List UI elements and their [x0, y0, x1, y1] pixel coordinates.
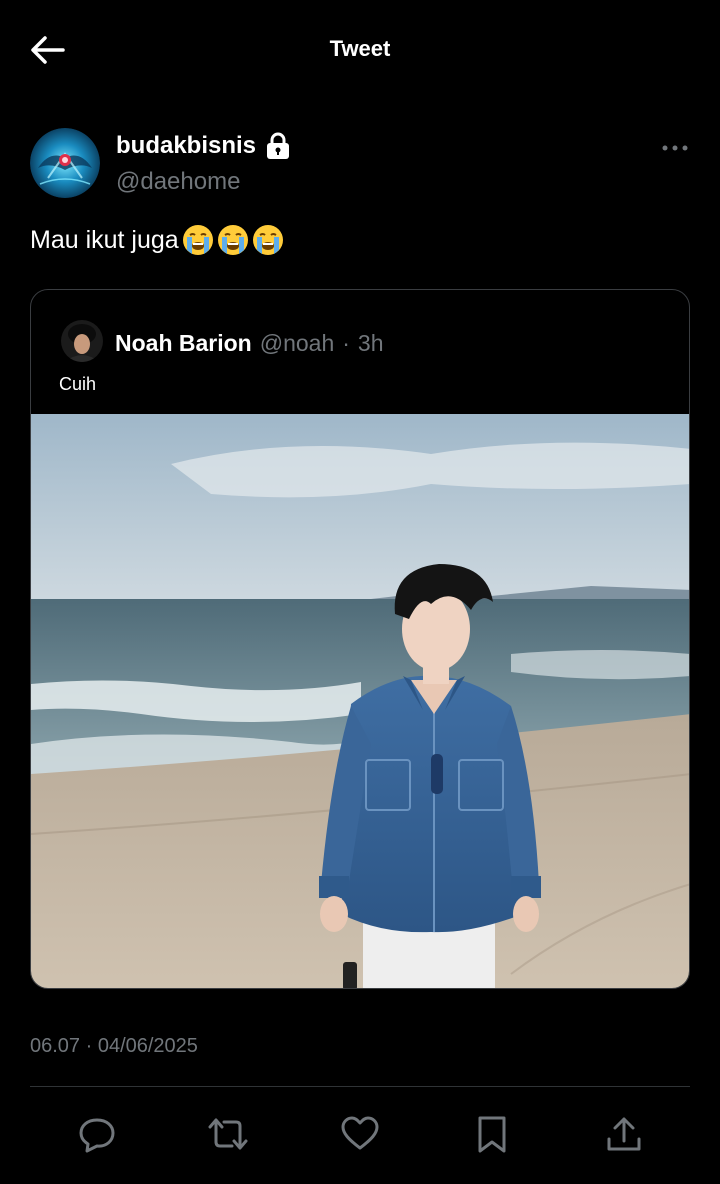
share-button[interactable] [600, 1110, 648, 1158]
loudly-crying-face-icon [252, 224, 284, 256]
tweet-text: Mau ikut juga [30, 224, 284, 256]
more-options-button[interactable] [660, 136, 690, 160]
action-bar [0, 1110, 720, 1158]
like-button[interactable] [336, 1110, 384, 1158]
quoted-header: Noah Barion @noah · 3h [115, 330, 384, 357]
lock-icon [267, 132, 290, 159]
tweet-author: budakbisnis @daehome [30, 128, 690, 200]
top-bar: Tweet [0, 0, 720, 100]
retweet-button[interactable] [204, 1110, 252, 1158]
tweet-timestamp: 06.07 · 04/06/2025 [30, 1035, 198, 1057]
loudly-crying-face-icon [182, 224, 214, 256]
author-display-name[interactable]: budakbisnis [116, 132, 290, 160]
bookmark-icon [478, 1116, 506, 1153]
quoted-separator: · [342, 330, 350, 356]
quoted-display-name[interactable]: Noah Barion [115, 330, 252, 357]
retweet-icon [208, 1118, 248, 1150]
page-title: Tweet [329, 36, 391, 61]
divider [30, 1086, 690, 1087]
quoted-handle[interactable]: @noah [260, 330, 335, 357]
reply-icon [79, 1118, 115, 1153]
quoted-avatar[interactable] [61, 320, 103, 362]
author-name-text: budakbisnis [116, 132, 257, 159]
bookmark-button[interactable] [468, 1110, 516, 1158]
tweet-text-content: Mau ikut juga [30, 225, 179, 254]
quoted-time: 3h [357, 330, 384, 356]
share-icon [607, 1117, 641, 1151]
heart-icon [341, 1116, 379, 1150]
quoted-media-image[interactable] [31, 414, 689, 988]
quoted-tweet-card[interactable]: Noah Barion @noah · 3h Cuih [30, 289, 690, 989]
loudly-crying-face-icon [217, 224, 249, 256]
author-handle[interactable]: @daehome [116, 168, 240, 196]
more-dots-icon [662, 145, 688, 151]
avatar[interactable] [30, 128, 100, 198]
reply-button[interactable] [73, 1110, 121, 1158]
quoted-text: Cuih [59, 374, 97, 394]
